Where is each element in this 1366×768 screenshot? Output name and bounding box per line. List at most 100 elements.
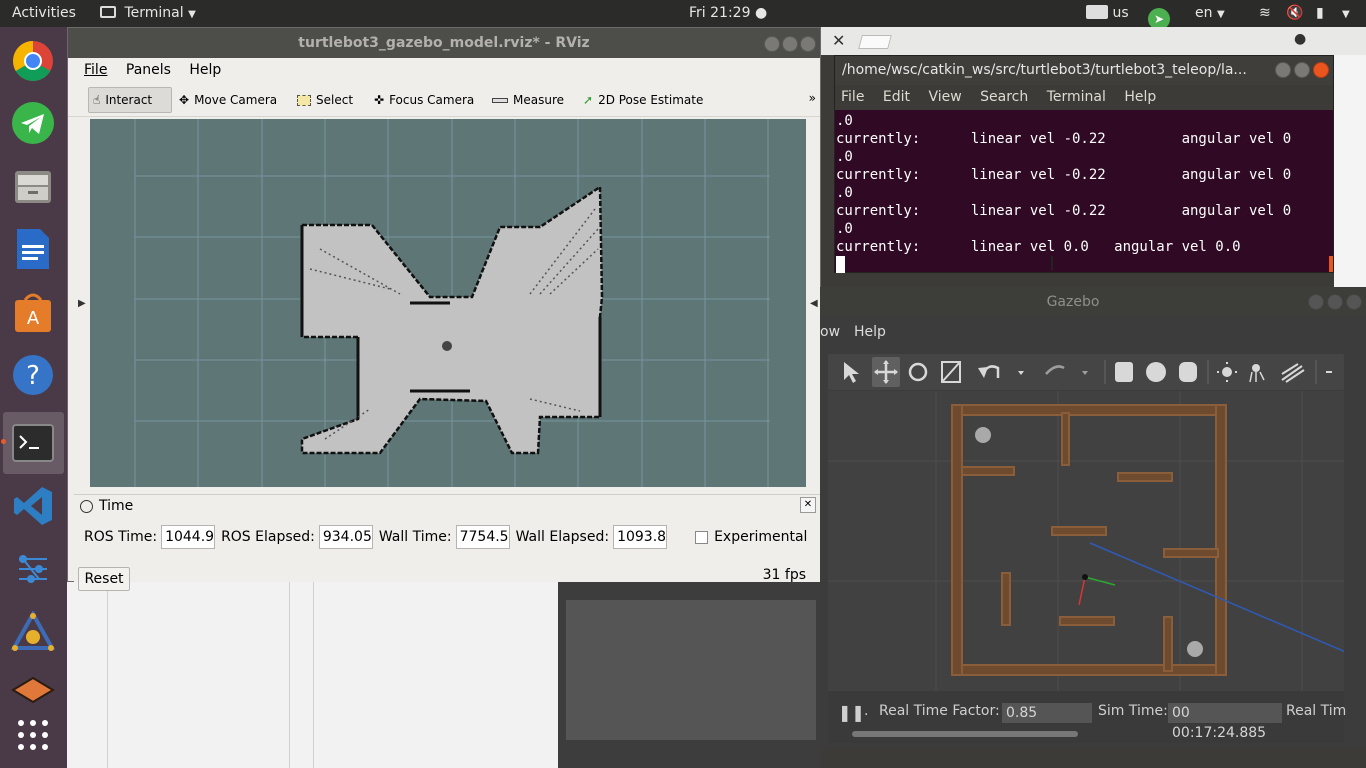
tool-interact[interactable]: ☝ Interact [88, 87, 172, 113]
close-button[interactable] [800, 36, 816, 52]
background-panel [558, 580, 820, 768]
writer-icon[interactable] [9, 225, 57, 273]
tool-measure[interactable]: Measure [488, 87, 568, 113]
tool-label: Measure [513, 93, 564, 107]
menu-view[interactable]: View [928, 89, 961, 105]
browser-tab[interactable] [858, 35, 892, 49]
terminal-output[interactable]: .0 currently: linear vel -0.22 angular ve… [835, 110, 1333, 274]
tool-move-camera[interactable]: ✥ Move Camera [175, 87, 281, 113]
battery-icon[interactable]: ▮ [1316, 0, 1324, 27]
files-icon[interactable] [9, 162, 57, 210]
language-indicator[interactable]: en ▼ [1195, 0, 1225, 27]
menu-help[interactable]: Help [189, 62, 221, 78]
dock: A ? [0, 27, 67, 768]
ros-elapsed-field[interactable]: 934.05 [318, 525, 373, 549]
top-bar: Activities Terminal ▼ Fri 21:29 ● us ➤ e… [0, 0, 1366, 30]
rviz-icon[interactable] [9, 609, 57, 657]
terminal-line: currently: linear vel -0.22 angular vel … [836, 131, 1292, 147]
terminal-line: .0 [836, 149, 853, 165]
terminal-scrollbar[interactable] [1329, 256, 1333, 272]
tool-label: Move Camera [194, 93, 278, 107]
clock-icon [80, 499, 93, 513]
horizontal-scrollbar[interactable] [852, 731, 1078, 737]
keyboard-icon [1086, 5, 1108, 19]
tool-2d-pose-estimate[interactable]: ➚ 2D Pose Estimate [579, 87, 707, 113]
terminal-titlebar[interactable]: /home/wsc/catkin_ws/src/turtlebot3/turtl… [835, 56, 1333, 85]
toolbar-overflow-icon[interactable]: » [809, 91, 816, 105]
pause-icon[interactable]: ❚❚ [838, 703, 865, 722]
minimize-button[interactable] [1275, 62, 1291, 78]
wall-elapsed-label: Wall Elapsed: [515, 529, 610, 545]
select-box-icon [297, 94, 311, 106]
menu-file[interactable]: File [841, 89, 864, 105]
close-button[interactable] [1313, 62, 1329, 78]
layers-icon[interactable] [9, 667, 57, 715]
close-icon[interactable]: ✕ [800, 497, 816, 513]
menu-help[interactable]: Help [854, 317, 886, 347]
clock[interactable]: Fri 21:29 ● [689, 0, 767, 27]
reset-button[interactable]: Reset [78, 567, 130, 591]
ros-time-field[interactable]: 1044.90 [161, 525, 216, 549]
text-cursor-icon [1051, 256, 1053, 270]
background-browser-strip: ✕ ● [820, 27, 1366, 55]
move-icon: ✥ [179, 93, 190, 107]
sim-time-field: 00 00:17:24.885 [1168, 703, 1282, 741]
menu-window[interactable]: ow [820, 317, 840, 347]
terminal-line: currently: linear vel -0.22 angular vel … [836, 167, 1292, 183]
rviz-window: turtlebot3_gazebo_model.rviz* - RViz Fil… [67, 27, 821, 591]
window-title: turtlebot3_gazebo_model.rviz* - RViz [298, 35, 590, 51]
experimental-checkbox[interactable] [695, 530, 709, 544]
close-icon[interactable]: ✕ [832, 31, 845, 50]
minimize-button[interactable] [764, 36, 780, 52]
time-panel: Time ✕ ROS Time: 1044.90 ROS Elapsed: 93… [74, 494, 820, 591]
chevron-down-icon[interactable]: ▼ [1342, 0, 1350, 27]
activities-button[interactable]: Activities [12, 0, 76, 27]
language-label: en [1195, 5, 1213, 21]
gazebo-status-bar: ❚❚ . Real Time Factor: 0.85 Sim Time: 00… [828, 691, 1346, 743]
gazebo-3d-scene[interactable] [828, 391, 1344, 691]
tool-focus-camera[interactable]: ✜ Focus Camera [370, 87, 478, 113]
software-icon[interactable]: A [9, 288, 57, 336]
menu-file[interactable]: File [84, 62, 107, 78]
wall-time-label: Wall Time: [378, 529, 452, 545]
terminal-line: currently: linear vel -0.22 angular vel … [836, 203, 1292, 219]
left-panel-toggle-icon[interactable]: ▶ [78, 298, 86, 309]
gazebo-titlebar[interactable]: Gazebo [820, 287, 1366, 317]
menu-terminal[interactable]: Terminal [1047, 89, 1106, 105]
vscode-icon[interactable] [9, 482, 57, 530]
wall-elapsed-field[interactable]: 1093.89 [613, 525, 668, 549]
terminal-icon[interactable] [9, 419, 57, 467]
rviz-titlebar[interactable]: turtlebot3_gazebo_model.rviz* - RViz [68, 28, 820, 58]
notification-dot-icon: ● [754, 5, 768, 21]
chrome-icon[interactable] [9, 37, 57, 85]
crosshair-icon: ✜ [374, 93, 385, 107]
menu-panels[interactable]: Panels [126, 62, 171, 78]
tool-label: Select [316, 93, 354, 107]
maximize-button[interactable] [1327, 294, 1343, 310]
keyboard-indicator[interactable]: us [1086, 0, 1129, 27]
rviz-3d-viewport[interactable] [90, 119, 806, 487]
wall-time-field[interactable]: 7754.52 [455, 525, 510, 549]
experimental-label: Experimental [714, 529, 808, 545]
help-icon[interactable]: ? [9, 351, 57, 399]
menu-edit[interactable]: Edit [883, 89, 910, 105]
maximize-button[interactable] [782, 36, 798, 52]
volume-mute-icon[interactable]: 🔇 [1286, 0, 1303, 27]
svg-text:A: A [27, 308, 40, 329]
step-icon[interactable]: . [864, 703, 868, 719]
wifi-icon[interactable]: ≋ [1259, 0, 1271, 27]
app-menu[interactable]: Terminal ▼ [100, 0, 196, 27]
app-menu-label: Terminal [124, 5, 184, 21]
tool-select[interactable]: Select [293, 87, 357, 113]
telegram-icon[interactable] [9, 99, 57, 147]
ros-graph-icon[interactable] [9, 545, 57, 593]
close-button[interactable] [1346, 294, 1362, 310]
account-icon[interactable]: ● [1294, 31, 1306, 47]
app-grid-icon[interactable] [9, 711, 57, 759]
maximize-button[interactable] [1294, 62, 1310, 78]
menu-search[interactable]: Search [980, 89, 1028, 105]
right-panel-toggle-icon[interactable]: ◀ [810, 298, 818, 309]
menu-help[interactable]: Help [1124, 89, 1156, 105]
minimize-button[interactable] [1308, 294, 1324, 310]
telegram-tray-icon[interactable]: ➤ [1148, 0, 1170, 30]
